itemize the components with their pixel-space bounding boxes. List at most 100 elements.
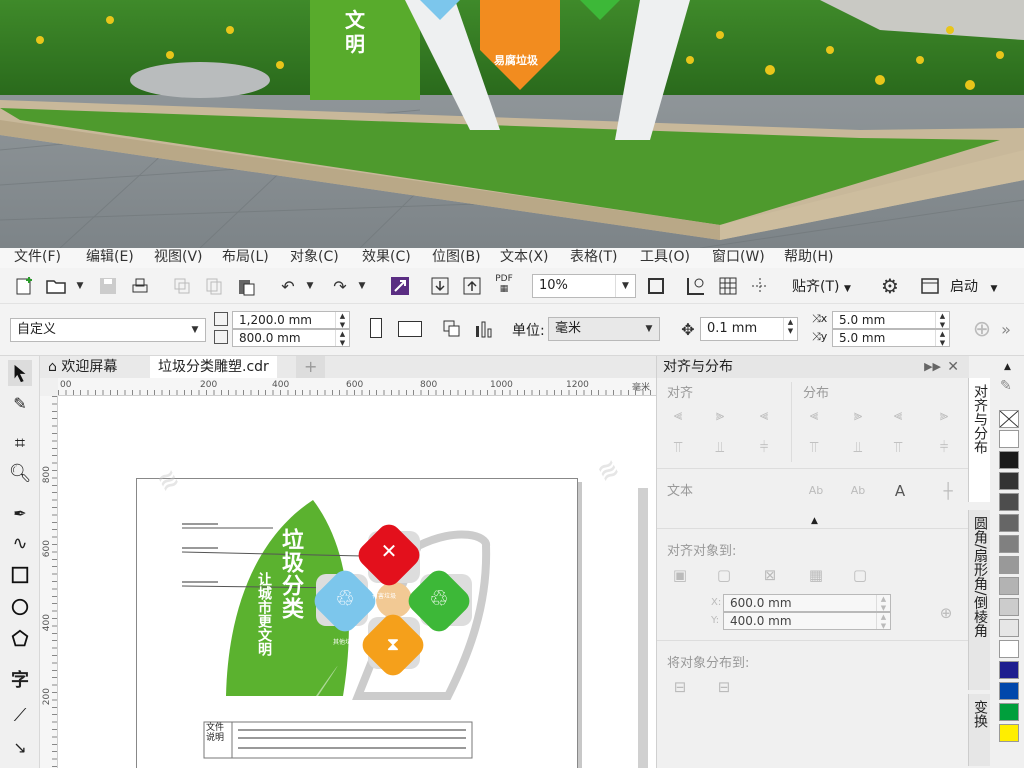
menu-edit[interactable]: 编辑(E): [86, 248, 134, 266]
color-swatch[interactable]: [999, 661, 1019, 679]
distribute-left-icon[interactable]: ⫷: [803, 404, 825, 426]
text-last-line-icon[interactable]: Ab: [847, 480, 869, 502]
color-swatch[interactable]: [999, 535, 1019, 553]
menu-tools[interactable]: 工具(O): [640, 248, 690, 266]
color-swatch[interactable]: [999, 598, 1019, 616]
pick-tool-icon[interactable]: [8, 360, 32, 386]
color-swatch[interactable]: [999, 430, 1019, 448]
color-swatch[interactable]: [999, 556, 1019, 574]
tab-document[interactable]: 垃圾分类雕塑.cdr: [150, 356, 277, 378]
distribute-vspacing-icon[interactable]: ⫪: [887, 436, 909, 458]
color-swatch[interactable]: [999, 640, 1019, 658]
align-right-icon[interactable]: ⫷: [753, 404, 775, 426]
menu-text[interactable]: 文本(X): [500, 248, 549, 266]
dup-x-spinner[interactable]: ▲ ▼: [935, 312, 949, 329]
print-icon[interactable]: [128, 274, 152, 298]
align-h-center-icon[interactable]: ⫸: [709, 404, 731, 426]
align-top-icon[interactable]: ⫪: [667, 436, 689, 458]
expand-arrow-icon[interactable]: ▲: [811, 516, 818, 526]
zoom-tool-icon[interactable]: 🔍︎: [8, 460, 32, 486]
dup-y-spinner[interactable]: ▲ ▼: [935, 330, 949, 347]
collapse-icon[interactable]: ▶▶: [924, 356, 941, 378]
align-x-field[interactable]: 600.0 mm ▲ ▼: [723, 594, 891, 612]
save-icon[interactable]: [96, 274, 120, 298]
add-tab-button[interactable]: +: [296, 356, 326, 378]
width-spinner[interactable]: ▲ ▼: [335, 312, 349, 329]
polygon-tool-icon[interactable]: [8, 626, 32, 652]
distribute-right-icon[interactable]: ⫸: [933, 404, 955, 426]
scroll-up-icon[interactable]: ▲: [1004, 362, 1011, 372]
ellipse-tool-icon[interactable]: [8, 594, 32, 620]
rectangle-tool-icon[interactable]: [8, 562, 32, 588]
active-objects-icon[interactable]: ▣: [669, 564, 691, 586]
parallel-dimension-icon[interactable]: ⟋: [8, 702, 32, 728]
units-select[interactable]: 毫米 ▼: [548, 317, 660, 341]
docker-tab-fillet[interactable]: 圆角/扇形角/倒棱角: [968, 510, 990, 690]
show-grid-icon[interactable]: [716, 274, 740, 298]
distribute-spacing-icon[interactable]: ⫷: [887, 404, 909, 426]
distribute-bottom-icon[interactable]: ⫩: [933, 436, 955, 458]
gear-icon[interactable]: ⚙: [878, 274, 902, 298]
docker-tab-align[interactable]: 对齐与分布: [968, 378, 990, 502]
full-screen-icon[interactable]: [644, 274, 668, 298]
align-y-field[interactable]: 400.0 mm ▲ ▼: [723, 612, 891, 630]
eyedropper-icon[interactable]: ✎: [1000, 378, 1012, 394]
publish-pdf-icon[interactable]: PDF ▦: [492, 272, 516, 296]
distribute-middle-icon[interactable]: ⫫: [847, 436, 869, 458]
text-tool-icon[interactable]: 字: [8, 666, 32, 692]
redo-dropdown-icon[interactable]: ▼: [350, 274, 374, 298]
export-icon[interactable]: [460, 274, 484, 298]
undo-dropdown-icon[interactable]: ▼: [298, 274, 322, 298]
more-icon[interactable]: »: [994, 317, 1018, 341]
menu-file[interactable]: 文件(F): [14, 248, 61, 266]
page-center-icon[interactable]: ⊠: [759, 564, 781, 586]
snap-to-menu[interactable]: 贴齐(T) ▼: [792, 276, 851, 296]
color-swatch[interactable]: [999, 724, 1019, 742]
align-v-center-icon[interactable]: ⫫: [709, 436, 731, 458]
cut-icon[interactable]: [170, 274, 194, 298]
show-guidelines-icon[interactable]: [748, 274, 772, 298]
duplicate-y-field[interactable]: 5.0 mm ▲ ▼: [832, 329, 950, 347]
crop-tool-icon[interactable]: ⌗: [8, 430, 32, 456]
vertical-ruler[interactable]: 800 600 400 200: [40, 396, 58, 768]
color-swatch[interactable]: [999, 493, 1019, 511]
y-spinner[interactable]: ▲ ▼: [876, 613, 890, 630]
menu-view[interactable]: 视图(V): [154, 248, 203, 266]
menu-help[interactable]: 帮助(H): [784, 248, 833, 266]
menu-object[interactable]: 对象(C): [290, 248, 339, 266]
color-swatch[interactable]: [999, 703, 1019, 721]
open-folder-icon[interactable]: [44, 274, 68, 298]
landscape-icon[interactable]: [398, 321, 422, 337]
color-swatch[interactable]: [999, 577, 1019, 595]
distribute-center-icon[interactable]: ⫸: [847, 404, 869, 426]
color-swatch[interactable]: [999, 472, 1019, 490]
align-left-icon[interactable]: ⫷: [667, 404, 689, 426]
target-icon[interactable]: ⊕: [935, 602, 957, 624]
import-icon[interactable]: [428, 274, 452, 298]
pen-tool-icon[interactable]: ✒: [8, 500, 32, 526]
shape-tool-icon[interactable]: ✎: [8, 390, 32, 416]
drawing-canvas[interactable]: ✕ ♲ ♲ ⧗ 垃圾分类 让城市更文明 有害垃圾 可回收物 其他垃圾 易腐垃圾 …: [58, 396, 656, 768]
text-first-line-icon[interactable]: Ab: [805, 480, 827, 502]
undo-icon[interactable]: ↶: [276, 274, 300, 298]
menu-effects[interactable]: 效果(C): [362, 248, 411, 266]
page-size-preset[interactable]: 自定义 ▼: [10, 318, 206, 342]
current-page-icon[interactable]: [472, 317, 496, 341]
search-content-icon[interactable]: [388, 274, 412, 298]
artistic-media-icon[interactable]: ∿: [8, 530, 32, 556]
horizontal-ruler[interactable]: 00 200 400 600 800 1000 1200 毫米: [58, 378, 656, 396]
nudge-spinner[interactable]: ▲ ▼: [783, 318, 797, 340]
open-dropdown-icon[interactable]: ▼: [68, 274, 92, 298]
color-swatch[interactable]: [999, 682, 1019, 700]
selection-extent-icon[interactable]: ⊟: [669, 676, 691, 698]
height-spinner[interactable]: ▲ ▼: [335, 330, 349, 347]
menu-window[interactable]: 窗口(W): [712, 248, 765, 266]
grid-icon[interactable]: ▦: [805, 564, 827, 586]
new-document-icon[interactable]: [12, 274, 36, 298]
redo-icon[interactable]: ↷: [328, 274, 352, 298]
page-edge-icon[interactable]: ▢: [713, 564, 735, 586]
text-bbox-icon[interactable]: A: [889, 480, 911, 502]
nudge-distance-field[interactable]: 0.1 mm ▲ ▼: [700, 317, 798, 341]
duplicate-x-field[interactable]: 5.0 mm ▲ ▼: [832, 311, 950, 329]
color-swatch[interactable]: [999, 619, 1019, 637]
